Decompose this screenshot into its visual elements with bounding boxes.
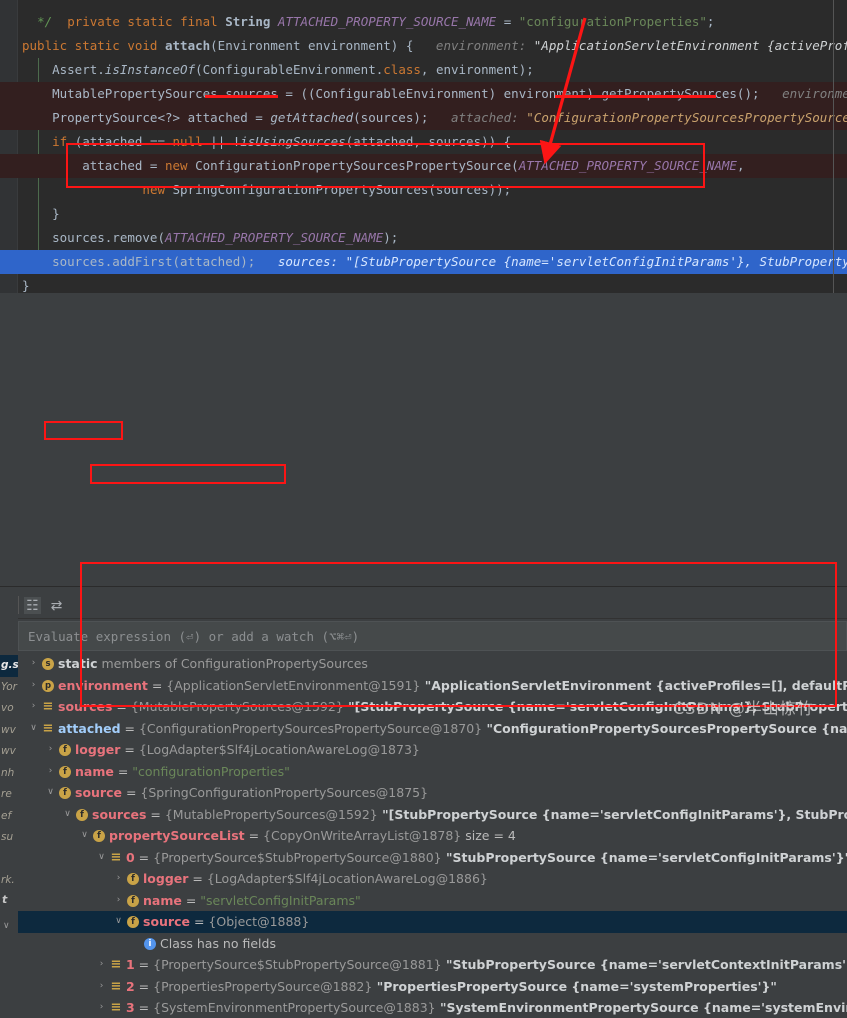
red-arrow-svg bbox=[539, 17, 587, 165]
list-icon: ≡ bbox=[110, 978, 122, 994]
info-icon: i bbox=[144, 937, 156, 950]
chevron-right-icon[interactable]: › bbox=[96, 997, 107, 1018]
tree-row[interactable]: ∨ f source = {SpringConfigurationPropertyS… bbox=[18, 782, 847, 804]
chevron-right-icon[interactable]: › bbox=[45, 739, 56, 761]
frames-strip-collapse-icon[interactable]: ∨ bbox=[3, 921, 10, 931]
field-icon: f bbox=[59, 744, 71, 756]
frame-list-item[interactable]: ef bbox=[0, 806, 18, 828]
tree-row-label: name = "servletConfigInitParams" bbox=[143, 892, 361, 908]
chevron-right-icon[interactable]: › bbox=[113, 890, 124, 912]
chevron-right-icon[interactable]: › bbox=[96, 976, 107, 998]
chevron-right-icon[interactable]: › bbox=[96, 954, 107, 976]
tree-row[interactable]: › ≡ 2 = {PropertiesPropertySource@1882} "P… bbox=[18, 976, 847, 998]
list-icon: ≡ bbox=[110, 1000, 122, 1015]
field-icon: f bbox=[93, 830, 105, 842]
tree-row[interactable]: › f name = "servletConfigInitParams" bbox=[18, 890, 847, 912]
frame-list-item[interactable]: nh bbox=[0, 763, 18, 785]
tree-row[interactable]: ∨ f sources = {MutablePropertySources@1592… bbox=[18, 804, 847, 826]
tree-row-label: name = "configurationProperties" bbox=[75, 763, 290, 779]
tree-row-selected[interactable]: ∨ f source = {Object@1888} bbox=[18, 911, 847, 933]
field-icon: f bbox=[127, 873, 139, 885]
chevron-down-icon[interactable]: ∨ bbox=[62, 804, 73, 826]
tree-row[interactable]: ∨ ≡ 0 = {PropertySource$StubPropertySource… bbox=[18, 847, 847, 869]
tree-row-label: sources = {MutablePropertySources@1592} … bbox=[92, 806, 847, 822]
chevron-right-icon[interactable]: › bbox=[113, 868, 124, 890]
tree-row-label: 3 = {SystemEnvironmentPropertySource@188… bbox=[126, 1000, 847, 1015]
list-icon: ≡ bbox=[110, 957, 122, 972]
tree-row-label: logger = {LogAdapter$Slf4jLocationAwareL… bbox=[75, 742, 420, 757]
frame-list-item[interactable]: wv bbox=[0, 741, 18, 763]
field-icon: f bbox=[127, 916, 139, 928]
field-icon: f bbox=[127, 894, 139, 907]
tree-row-label: source = {Object@1888} bbox=[143, 914, 310, 929]
tree-row[interactable]: i Class has no fields bbox=[18, 933, 847, 955]
chevron-down-icon[interactable]: ∨ bbox=[79, 825, 90, 847]
frame-list-item[interactable] bbox=[0, 849, 18, 871]
tree-row[interactable]: › f logger = {LogAdapter$Slf4jLocationAwar… bbox=[18, 868, 847, 890]
tree-row[interactable]: › f logger = {LogAdapter$Slf4jLocationAwar… bbox=[18, 739, 847, 761]
frames-strip-header: t ∨ bbox=[0, 889, 18, 951]
tree-row[interactable]: › ≡ 1 = {PropertySource$StubPropertySource… bbox=[18, 954, 847, 976]
tree-row[interactable]: › f name = "configurationProperties" bbox=[18, 761, 847, 783]
tree-row-label: 1 = {PropertySource$StubPropertySource@1… bbox=[126, 957, 847, 972]
frame-list-item[interactable]: su bbox=[0, 827, 18, 849]
frame-list-item[interactable]: re bbox=[0, 784, 18, 806]
frame-list-item[interactable]: rk. bbox=[0, 870, 18, 892]
csdn-watermark: CSDN @半山惊竹 bbox=[673, 699, 814, 718]
tree-row-label: source = {SpringConfigurationPropertySou… bbox=[75, 785, 429, 800]
field-icon: f bbox=[59, 787, 71, 799]
tree-row-label: logger = {LogAdapter$Slf4jLocationAwareL… bbox=[143, 871, 488, 886]
chevron-down-icon[interactable]: ∨ bbox=[45, 782, 56, 804]
tree-row-label: 0 = {PropertySource$StubPropertySource@1… bbox=[126, 849, 847, 865]
tree-row[interactable]: ∨ f propertySourceList = {CopyOnWriteArray… bbox=[18, 825, 847, 847]
tree-row-label: propertySourceList = {CopyOnWriteArrayLi… bbox=[109, 828, 516, 843]
tree-row-label: 2 = {PropertiesPropertySource@1882} "Pro… bbox=[126, 978, 777, 994]
chevron-down-icon[interactable]: ∨ bbox=[113, 911, 124, 933]
list-icon: ≡ bbox=[110, 849, 122, 865]
tree-row-label: Class has no fields bbox=[160, 935, 276, 951]
chevron-down-icon[interactable]: ∨ bbox=[96, 847, 107, 869]
tree-row[interactable]: › ≡ 3 = {SystemEnvironmentPropertySource@1… bbox=[18, 997, 847, 1018]
frames-strip-header-label: t bbox=[2, 893, 8, 906]
chevron-right-icon[interactable]: › bbox=[45, 761, 56, 783]
field-icon: f bbox=[59, 765, 71, 778]
field-icon: f bbox=[76, 808, 88, 821]
